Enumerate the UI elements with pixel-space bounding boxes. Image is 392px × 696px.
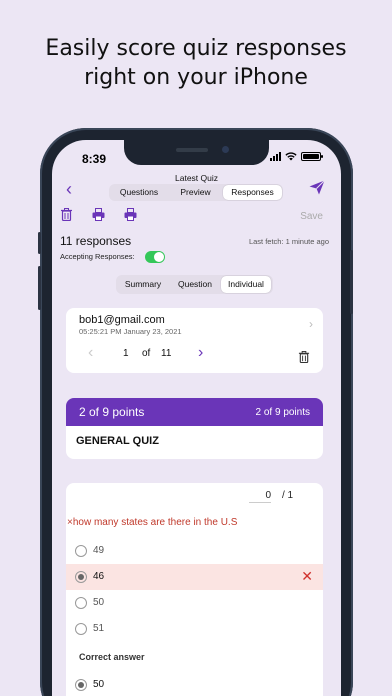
- page-current: 1: [123, 348, 129, 359]
- back-chevron-icon[interactable]: ‹: [66, 180, 72, 198]
- trash-icon[interactable]: [298, 350, 310, 368]
- tab-responses[interactable]: Responses: [223, 185, 282, 200]
- page-total: 11: [161, 348, 172, 359]
- correct-option-label: 50: [93, 679, 105, 690]
- print-icon[interactable]: [124, 208, 137, 221]
- headline: Easily score quiz responses right on you…: [0, 34, 392, 92]
- option-label: 49: [93, 545, 105, 556]
- status-time: 8:39: [82, 152, 107, 166]
- option-label: 50: [93, 597, 105, 608]
- question-card: 0 / 1 ×how many states are there in the …: [66, 483, 323, 696]
- points-total: / 1: [282, 490, 294, 501]
- correct-option-row: 50: [66, 672, 323, 696]
- nav-title: Latest Quiz: [175, 173, 218, 183]
- radio-icon: [75, 545, 87, 557]
- radio-selected-icon: [75, 571, 87, 583]
- option-label: 46: [93, 571, 105, 582]
- option-row: 49: [66, 538, 323, 564]
- responses-count: 11 responses: [60, 234, 132, 248]
- side-button: [350, 250, 353, 314]
- tab-preview[interactable]: Preview: [168, 185, 223, 200]
- respondent-card[interactable]: bob1@gmail.com 05:25:21 PM January 23, 2…: [66, 308, 323, 373]
- tab-questions[interactable]: Questions: [110, 185, 168, 200]
- score-right: 2 of 9 points: [255, 407, 310, 418]
- next-chevron-icon[interactable]: ›: [198, 344, 203, 362]
- respondent-timestamp: 05:25:21 PM January 23, 2021: [79, 327, 182, 336]
- last-fetch: Last fetch: 1 minute ago: [248, 237, 329, 246]
- headline-line-1: Easily score quiz responses: [45, 36, 347, 61]
- question-text: ×how many states are there in the U.S: [67, 517, 238, 528]
- send-icon[interactable]: [309, 180, 325, 195]
- notch: [124, 140, 269, 165]
- correct-answer-label: Correct answer: [79, 652, 145, 662]
- radio-selected-icon: [75, 679, 87, 691]
- page-of: of: [142, 348, 151, 359]
- wifi-icon: [285, 152, 297, 161]
- quiz-title: GENERAL QUIZ: [76, 435, 159, 447]
- accepting-toggle[interactable]: [145, 251, 165, 263]
- points-input[interactable]: 0: [249, 490, 271, 503]
- headline-line-2: right on your iPhone: [84, 65, 308, 90]
- signal-icon: [270, 152, 281, 161]
- option-row-selected: 46 ✕: [66, 564, 323, 590]
- respondent-email: bob1@gmail.com: [79, 314, 165, 326]
- trash-icon[interactable]: [60, 208, 73, 222]
- side-button: [38, 232, 41, 254]
- prev-chevron-icon[interactable]: ‹: [88, 344, 93, 362]
- tab-individual[interactable]: Individual: [221, 276, 271, 293]
- tab-summary[interactable]: Summary: [117, 276, 169, 293]
- tab-question[interactable]: Question: [169, 276, 221, 293]
- phone-screen: 8:39 Latest Quiz ‹ Questions Preview Res…: [52, 140, 341, 696]
- option-row: 51: [66, 616, 323, 642]
- battery-icon: [301, 152, 323, 161]
- nav-segmented-control: Questions Preview Responses: [109, 184, 283, 201]
- quiz-title-card: GENERAL QUIZ: [66, 426, 323, 459]
- print-icon[interactable]: [92, 208, 105, 221]
- incorrect-x-icon: ✕: [301, 568, 313, 584]
- status-icons: [270, 152, 323, 161]
- radio-icon: [75, 597, 87, 609]
- option-row: 50: [66, 590, 323, 616]
- option-label: 51: [93, 623, 105, 634]
- accepting-label: Accepting Responses:: [60, 252, 135, 261]
- radio-icon: [75, 623, 87, 635]
- side-button: [38, 266, 41, 310]
- toolbar: [60, 208, 137, 222]
- save-button[interactable]: Save: [300, 211, 323, 222]
- score-header: 2 of 9 points 2 of 9 points: [66, 398, 323, 426]
- score-left: 2 of 9 points: [79, 405, 145, 419]
- view-segmented-control: Summary Question Individual: [116, 275, 273, 294]
- chevron-right-icon[interactable]: ›: [309, 317, 313, 331]
